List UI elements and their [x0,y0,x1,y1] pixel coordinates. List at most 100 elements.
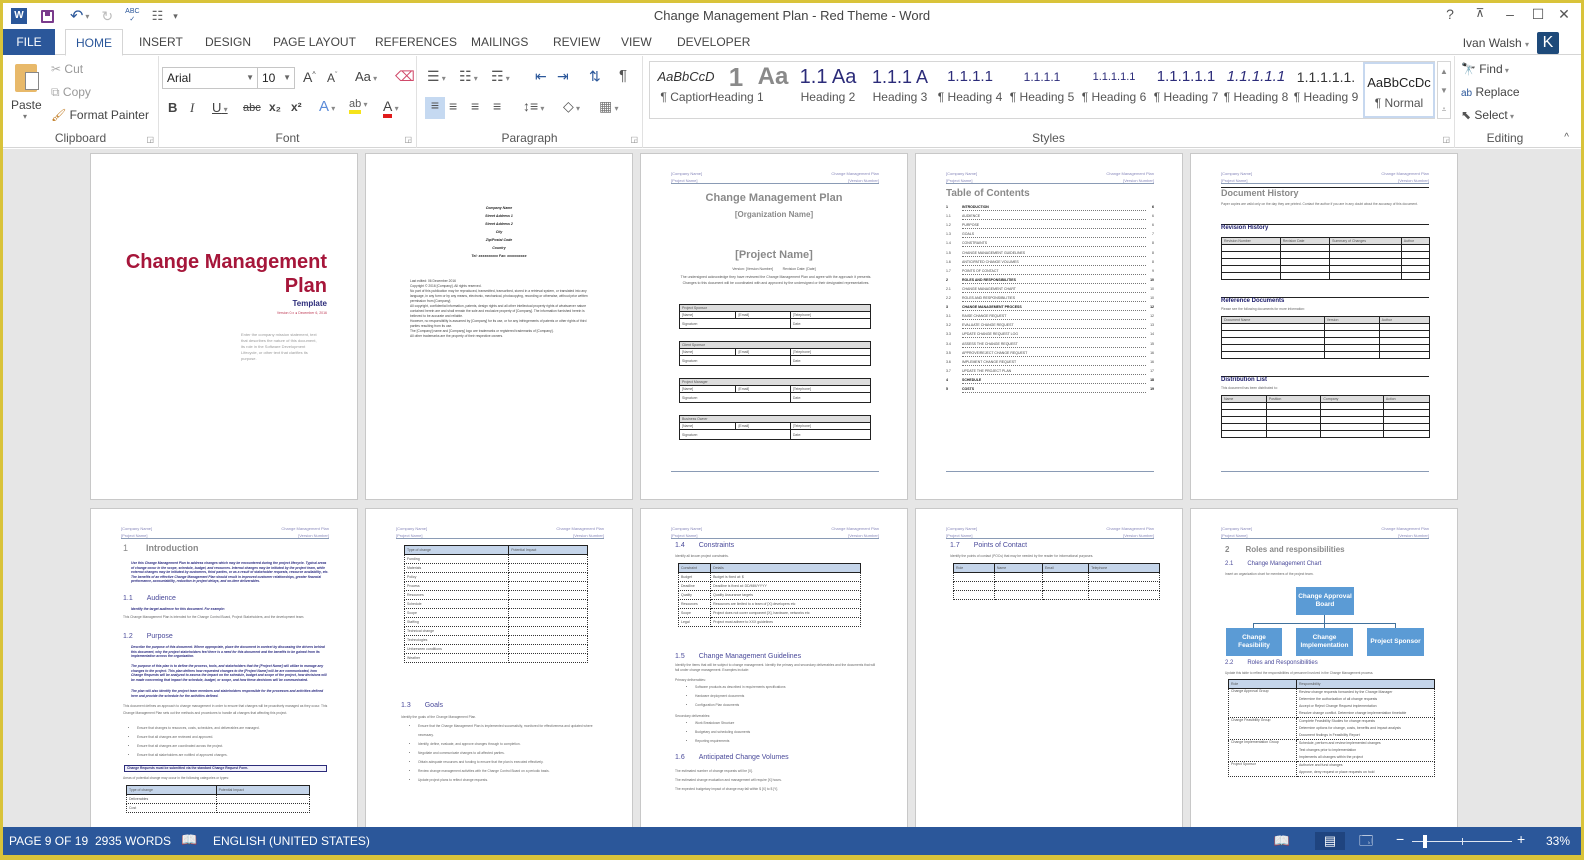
table-cell[interactable]: Weather [403,653,510,663]
tab-view[interactable]: VIEW [611,29,662,55]
table-cell[interactable] [1400,258,1431,266]
role-cell[interactable]: Change Feasibility Group [1228,717,1297,740]
table-cell[interactable] [1221,323,1325,331]
help-button[interactable]: ? [1439,6,1461,22]
table-cell[interactable] [508,572,588,582]
role-cell[interactable]: Project Sponsor [1228,761,1297,777]
toc-entry[interactable]: 1.1 AUDIENCE 6 [946,214,1154,222]
italic-button[interactable]: I [190,100,194,116]
clear-formatting-icon[interactable]: ⌫ [395,68,415,85]
table-cell[interactable]: Resources [677,599,712,609]
table-cell[interactable] [1279,265,1331,273]
style-heading-2[interactable]: 1.1 Aa Heading 2 [793,64,863,112]
tab-page-layout[interactable]: PAGE LAYOUT [263,29,366,55]
table-cell[interactable]: Staffing [403,617,510,627]
format-painter-button[interactable]: 🖌 Format Painter [51,108,149,122]
maximize-button[interactable]: ☐ [1527,6,1549,23]
table-cell[interactable] [1382,430,1431,438]
table-cell[interactable] [508,581,588,591]
increase-indent-button[interactable]: ⇥ [557,68,569,85]
table-cell[interactable] [1400,244,1431,252]
table-cell[interactable] [508,554,588,564]
toc-entry[interactable]: 1.5 CHANGE MANAGEMENT GUIDELINES 8 [946,251,1154,259]
borders-button[interactable]: ▦ ▾ [599,98,618,115]
role-cell[interactable]: Change Implementation Group [1228,739,1297,762]
shrink-font-button[interactable]: Aˇ [327,71,337,85]
table-cell[interactable] [1088,581,1160,591]
tab-developer[interactable]: DEVELOPER [667,29,760,55]
tab-insert[interactable]: INSERT [129,29,193,55]
cut-button[interactable]: ✂ Cut [51,62,83,76]
styles-scroll-down-icon[interactable]: ▼ [1438,81,1450,100]
table-cell[interactable] [1378,337,1431,345]
table-cell[interactable]: Technical change [403,626,510,636]
justify-button[interactable]: ≡ [493,98,501,114]
style-heading-4[interactable]: 1.1.1.1 ¶ Heading 4 [935,64,1005,112]
date-field[interactable]: Date: [789,429,872,440]
superscript-button[interactable]: x² [291,100,302,114]
tab-mailings[interactable]: MAILINGS [461,29,538,55]
center-button[interactable]: ≡ [449,98,457,114]
text-effects-button[interactable]: A ▾ [319,98,335,115]
table-cell[interactable] [1221,265,1281,273]
table-cell[interactable] [1378,344,1431,352]
table-cell[interactable] [1221,430,1267,438]
page-toc[interactable]: [Company Name] [Project Name] Change Manag… [915,153,1183,500]
select-button[interactable]: ⬉ Select ▾ [1461,108,1514,122]
toc-entry[interactable]: 2 ROLES AND RESPONSIBILITIES 10 [946,278,1154,286]
table-cell[interactable] [1382,409,1431,417]
multilevel-list-button[interactable]: ☶ ▾ [491,68,510,85]
signoff-field[interactable]: [Email] [735,348,791,356]
signoff-field[interactable]: [Telephone] [789,422,872,430]
table-cell[interactable] [1279,258,1331,266]
table-cell[interactable]: Process [403,581,510,591]
styles-more-icon[interactable]: ⩡ [1438,100,1450,119]
minimize-button[interactable]: – [1499,6,1521,22]
highlight-button[interactable]: ab ▾ [349,98,368,114]
tab-references[interactable]: REFERENCES [365,29,467,55]
strikethrough-button[interactable]: abc [243,102,261,114]
table-cell[interactable]: Schedule [403,599,510,609]
table-cell[interactable] [993,581,1043,591]
table-cell[interactable] [1400,272,1431,280]
table-cell[interactable] [1320,416,1384,424]
user-account-name[interactable]: Ivan Walsh ▾ [1463,36,1529,50]
style-heading-9[interactable]: 1.1.1.1.1. ¶ Heading 9 [1291,64,1361,112]
table-cell[interactable] [1041,590,1090,600]
style-heading-5[interactable]: 1.1.1.1 ¶ Heading 5 [1007,64,1077,112]
table-cell[interactable] [1320,423,1384,431]
styles-scrollbar[interactable]: ▲ ▼ ⩡ [1437,61,1451,119]
page-signoff[interactable]: [Company Name] [Project Name] Change Manag… [640,153,908,500]
signoff-field[interactable]: [Telephone] [789,348,872,356]
table-cell[interactable] [1221,351,1325,359]
bullets-button[interactable]: ☰ ▾ [427,68,446,85]
toc-entry[interactable]: 3.5 APPROVE/REJECT CHANGE REQUEST 16 [946,351,1154,359]
table-cell[interactable] [1329,272,1402,280]
toc-entry[interactable]: 3.6 IMPLEMENT CHANGE REQUEST 16 [946,360,1154,368]
table-cell[interactable] [508,635,588,645]
font-size-select[interactable]: 10 ▼ [257,67,295,89]
table-cell[interactable] [1329,258,1402,266]
table-cell[interactable] [1221,416,1267,424]
table-cell[interactable]: Budget [677,572,712,582]
table-cell[interactable] [1221,251,1281,259]
table-cell[interactable] [1382,402,1431,410]
page-roles[interactable]: [Company Name] [Project Name] Change Manag… [1190,508,1458,827]
page-count[interactable]: PAGE 9 OF 19 [9,834,88,848]
find-button[interactable]: 🔭 Find ▾ [1461,62,1509,76]
table-cell[interactable] [1221,330,1325,338]
align-left-button[interactable]: ≡ [425,97,445,119]
toc-entry[interactable]: 5 COSTS 19 [946,387,1154,395]
language[interactable]: ENGLISH (UNITED STATES) [213,834,370,848]
style-heading-8[interactable]: 1.1.1.1.1 ¶ Heading 8 [1221,64,1291,112]
table-cell[interactable] [508,644,588,654]
styles-scroll-up-icon[interactable]: ▲ [1438,62,1450,81]
table-cell[interactable] [1320,402,1384,410]
table-cell[interactable] [508,653,588,663]
table-cell[interactable] [953,590,995,600]
toc-entry[interactable]: 1.4 CONSTRAINTS 8 [946,241,1154,249]
responsibility-cell[interactable]: Complete Feasibility Studies for change … [1295,717,1436,740]
table-cell[interactable] [1279,272,1331,280]
table-cell[interactable]: Deadline is fixed at: DD/MM/YYYY [710,581,861,591]
sort-button[interactable]: ⇅ [589,68,601,85]
